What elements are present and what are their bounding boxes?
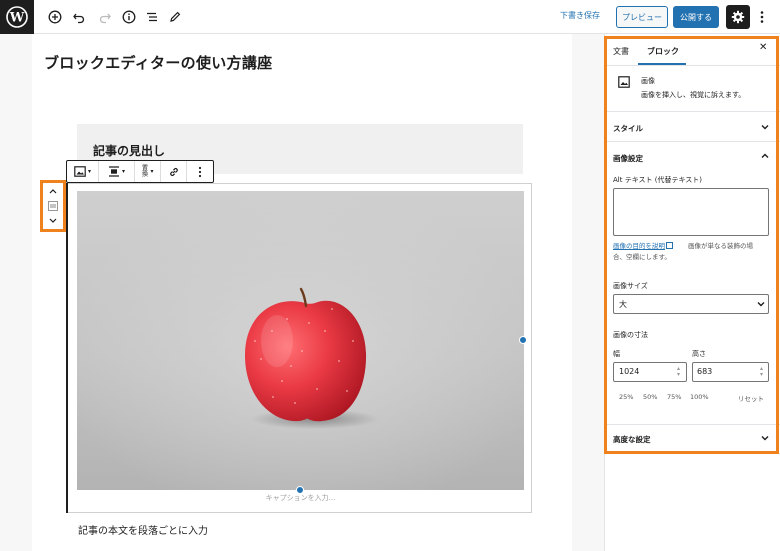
reset-button[interactable]: リセット <box>738 393 764 403</box>
image-dimensions-label: 画像の寸法 <box>613 331 648 339</box>
alt-help-text: 合、空欄にします。 <box>613 253 671 261</box>
paragraph-block[interactable]: 記事の本文を段落ごとに入力 <box>78 522 208 537</box>
external-link-icon <box>666 242 673 249</box>
block-card-description: 画像を挿入し、視覚に訴えます。 <box>641 91 746 99</box>
chevron-up-icon <box>49 188 57 193</box>
panel-image-settings-title[interactable]: 画像設定 <box>613 153 643 164</box>
more-vertical-icon <box>198 166 202 177</box>
replace-button[interactable]: 置換 ▾ <box>135 161 161 182</box>
tab-document[interactable]: 文書 <box>613 46 629 57</box>
add-block-icon[interactable] <box>46 8 64 26</box>
drag-handle-icon <box>48 200 58 211</box>
publish-button[interactable]: 公開する <box>673 6 719 28</box>
scale-100-button[interactable]: 100% <box>690 393 709 401</box>
dropdown-caret-icon: ▾ <box>121 168 125 175</box>
resize-handle-right[interactable] <box>519 336 527 344</box>
block-type-switcher[interactable]: ▾ <box>67 161 99 182</box>
chevron-down-icon <box>49 218 57 223</box>
wordpress-logo-icon[interactable]: W <box>0 0 34 34</box>
block-card-title: 画像 <box>641 77 655 85</box>
scale-50-button[interactable]: 50% <box>643 393 657 401</box>
panel-advanced-title: 高度な設定 <box>613 435 651 444</box>
post-title[interactable]: ブロックエディターの使い方講座 <box>44 52 272 73</box>
more-vertical-icon[interactable] <box>756 7 768 27</box>
tab-block[interactable]: ブロック <box>647 46 679 57</box>
chevron-up-icon[interactable] <box>760 151 770 161</box>
info-icon[interactable] <box>120 8 138 26</box>
align-button[interactable]: ▾ <box>99 161 135 182</box>
block-options-button[interactable] <box>187 161 213 182</box>
chevron-down-icon <box>761 436 769 441</box>
alt-text-textarea[interactable] <box>613 188 769 236</box>
block-toolbar: ▾ ▾ 置換 ▾ <box>66 160 214 183</box>
image-size-value: 大 <box>619 300 627 309</box>
redo-icon[interactable] <box>96 8 114 26</box>
dropdown-caret-icon: ▾ <box>87 168 91 175</box>
insert-link-button[interactable] <box>161 161 187 182</box>
save-draft-button[interactable]: 下書き保存 <box>560 10 600 21</box>
scale-75-button[interactable]: 75% <box>667 393 681 401</box>
align-center-icon <box>108 166 119 177</box>
block-card <box>604 66 780 112</box>
settings-gear-icon[interactable] <box>726 5 750 29</box>
undo-icon[interactable] <box>70 8 88 26</box>
block-mover <box>40 180 66 232</box>
active-tab-indicator <box>638 63 686 65</box>
alt-text-label: Alt テキスト (代替テキスト) <box>613 176 702 184</box>
canvas-margin <box>0 34 32 551</box>
apple-image[interactable] <box>77 191 524 490</box>
block-focus-indicator <box>66 183 68 513</box>
link-icon <box>169 167 178 176</box>
list-view-icon[interactable] <box>143 8 161 26</box>
edit-tools-icon[interactable] <box>166 8 184 26</box>
chevron-down-icon <box>757 302 765 307</box>
height-stepper-icon[interactable]: ▴ ▾ <box>760 366 763 378</box>
width-value: 1024 <box>619 367 640 376</box>
preview-button[interactable]: プレビュー <box>616 6 668 28</box>
alt-help-text: 画像が単なる装飾の場 <box>688 242 753 250</box>
canvas-margin <box>572 34 604 551</box>
chevron-down-icon <box>761 125 769 130</box>
image-icon <box>618 76 630 88</box>
close-icon[interactable]: ✕ <box>759 42 767 53</box>
replace-label: 置換 <box>141 164 148 178</box>
drag-handle[interactable] <box>43 198 63 213</box>
width-stepper-icon[interactable]: ▴ ▾ <box>677 366 680 378</box>
height-label: 高さ <box>692 350 706 358</box>
heading-block-text[interactable]: 記事の見出し <box>93 142 165 159</box>
width-label: 幅 <box>613 350 620 358</box>
move-down-button[interactable] <box>43 213 63 228</box>
dropdown-caret-icon: ▾ <box>150 168 154 175</box>
sidebar-tabs <box>604 36 780 66</box>
move-up-button[interactable] <box>43 183 63 198</box>
svg-text:W: W <box>9 11 25 26</box>
scale-25-button[interactable]: 25% <box>619 393 633 401</box>
image-size-label: 画像サイズ <box>613 282 648 290</box>
image-icon <box>74 166 86 177</box>
image-caption-input[interactable]: キャプションを入力... <box>77 493 524 503</box>
image-size-select[interactable] <box>613 294 769 314</box>
panel-style-title: スタイル <box>613 124 643 133</box>
alt-help-link-label[interactable]: 画像の目的を説明 <box>613 242 665 250</box>
alt-text-help-link[interactable]: 画像の目的を説明 <box>613 240 673 250</box>
height-value: 683 <box>697 367 713 376</box>
